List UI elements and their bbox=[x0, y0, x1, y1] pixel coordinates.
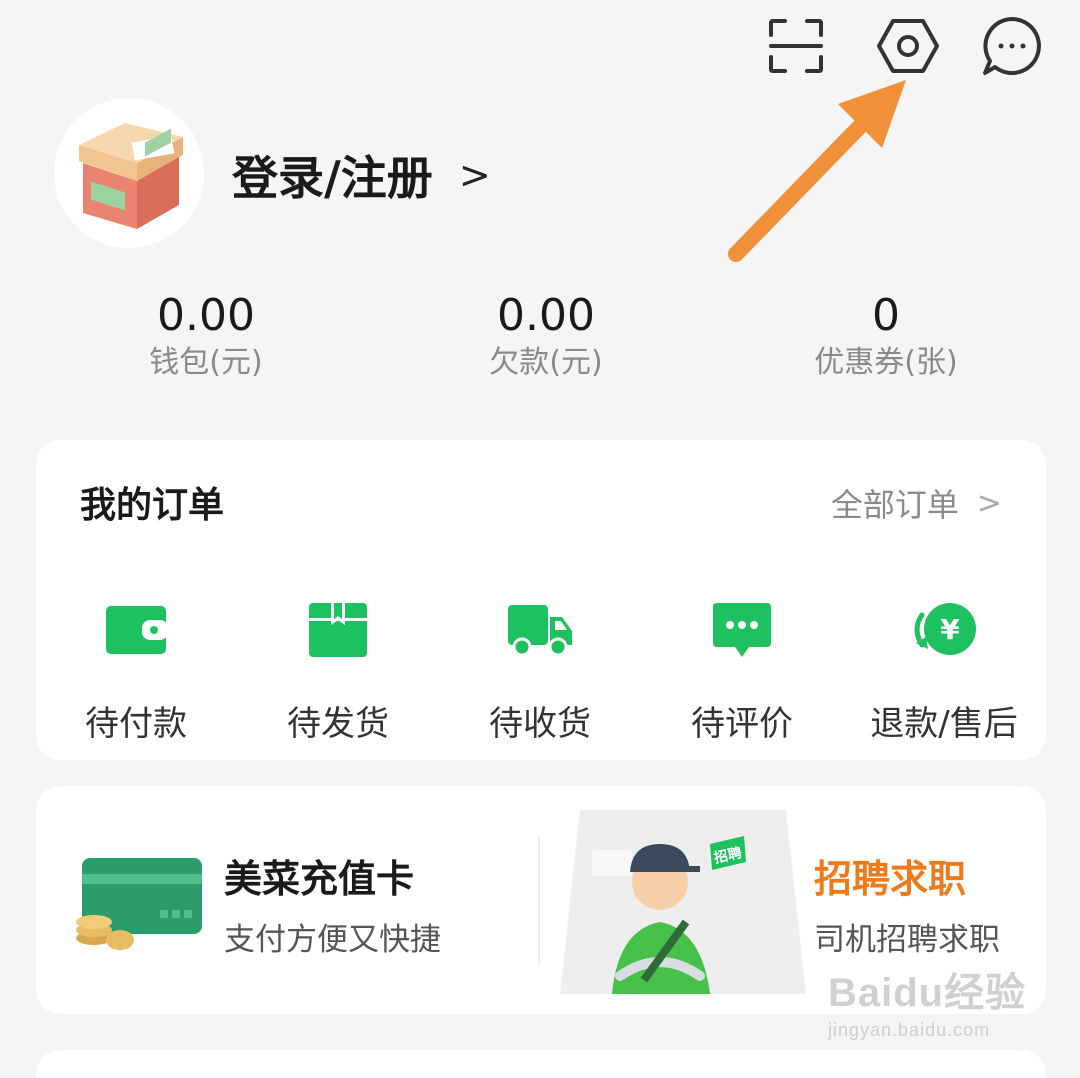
debt-label: 欠款(元) bbox=[489, 345, 603, 380]
order-pending-receipt[interactable]: 待收货 bbox=[440, 590, 640, 745]
wallet-stat[interactable]: 0.00 钱包(元) bbox=[76, 290, 336, 384]
order-pending-review[interactable]: 待评价 bbox=[642, 590, 842, 745]
order-label: 待发货 bbox=[287, 704, 389, 744]
scan-icon[interactable] bbox=[764, 14, 828, 78]
wallet-value: 0.00 bbox=[157, 290, 255, 341]
driver-illustration: 招聘 bbox=[560, 810, 806, 998]
shop-icon bbox=[79, 123, 183, 229]
orders-card: 我的订单 全部订单 > 待付款 待发货 待收货 待评价 ¥ 退款/售后 bbox=[36, 440, 1046, 760]
order-pending-payment[interactable]: 待付款 bbox=[36, 590, 236, 745]
debt-stat[interactable]: 0.00 欠款(元) bbox=[416, 290, 676, 384]
annotation-arrow-icon bbox=[720, 70, 920, 274]
next-card bbox=[36, 1050, 1046, 1078]
orders-title: 我的订单 bbox=[80, 485, 225, 526]
watermark-url: jingyan.baidu.com bbox=[828, 1020, 991, 1040]
coupon-value: 0 bbox=[872, 290, 900, 341]
all-orders-link[interactable]: 全部订单 > bbox=[831, 480, 1002, 526]
debt-value: 0.00 bbox=[497, 290, 595, 341]
settings-icon[interactable] bbox=[876, 14, 940, 78]
order-label: 待付款 bbox=[85, 704, 187, 744]
coupon-stat[interactable]: 0 优惠券(张) bbox=[756, 290, 1016, 384]
login-label: 登录/注册 bbox=[232, 151, 433, 205]
recharge-card-icon bbox=[74, 854, 204, 958]
message-icon[interactable] bbox=[980, 14, 1044, 78]
login-register-link[interactable]: 登录/注册 > bbox=[232, 140, 491, 210]
divider bbox=[538, 836, 540, 966]
order-refund[interactable]: ¥ 退款/售后 bbox=[844, 590, 1044, 745]
recharge-card-entry[interactable]: 美菜充值卡 支付方便又快捷 bbox=[36, 786, 536, 1014]
all-orders-label: 全部订单 bbox=[830, 486, 959, 524]
wallet-icon bbox=[36, 590, 236, 670]
chevron-right-icon: > bbox=[458, 153, 491, 197]
baidu-watermark: Baidu经验 jingyan.baidu.com bbox=[828, 960, 1026, 1041]
svg-text:¥: ¥ bbox=[940, 613, 960, 646]
watermark-brand: Baidu经验 bbox=[828, 971, 1027, 1015]
jobs-title: 招聘求职 bbox=[814, 857, 967, 901]
refund-icon: ¥ bbox=[844, 590, 1044, 670]
order-label: 待评价 bbox=[691, 704, 793, 744]
truck-icon bbox=[440, 590, 640, 670]
recharge-card-subtitle: 支付方便又快捷 bbox=[224, 922, 441, 958]
chevron-right-icon: > bbox=[976, 485, 1002, 521]
jobs-subtitle: 司机招聘求职 bbox=[814, 922, 1000, 958]
order-label: 退款/售后 bbox=[870, 704, 1018, 744]
recharge-card-title: 美菜充值卡 bbox=[224, 857, 415, 901]
coupon-label: 优惠券(张) bbox=[814, 345, 958, 380]
avatar[interactable] bbox=[54, 98, 204, 248]
order-label: 待收货 bbox=[489, 704, 591, 744]
package-icon bbox=[238, 590, 438, 670]
comment-icon bbox=[642, 590, 842, 670]
wallet-label: 钱包(元) bbox=[149, 345, 263, 380]
order-pending-shipment[interactable]: 待发货 bbox=[238, 590, 438, 745]
